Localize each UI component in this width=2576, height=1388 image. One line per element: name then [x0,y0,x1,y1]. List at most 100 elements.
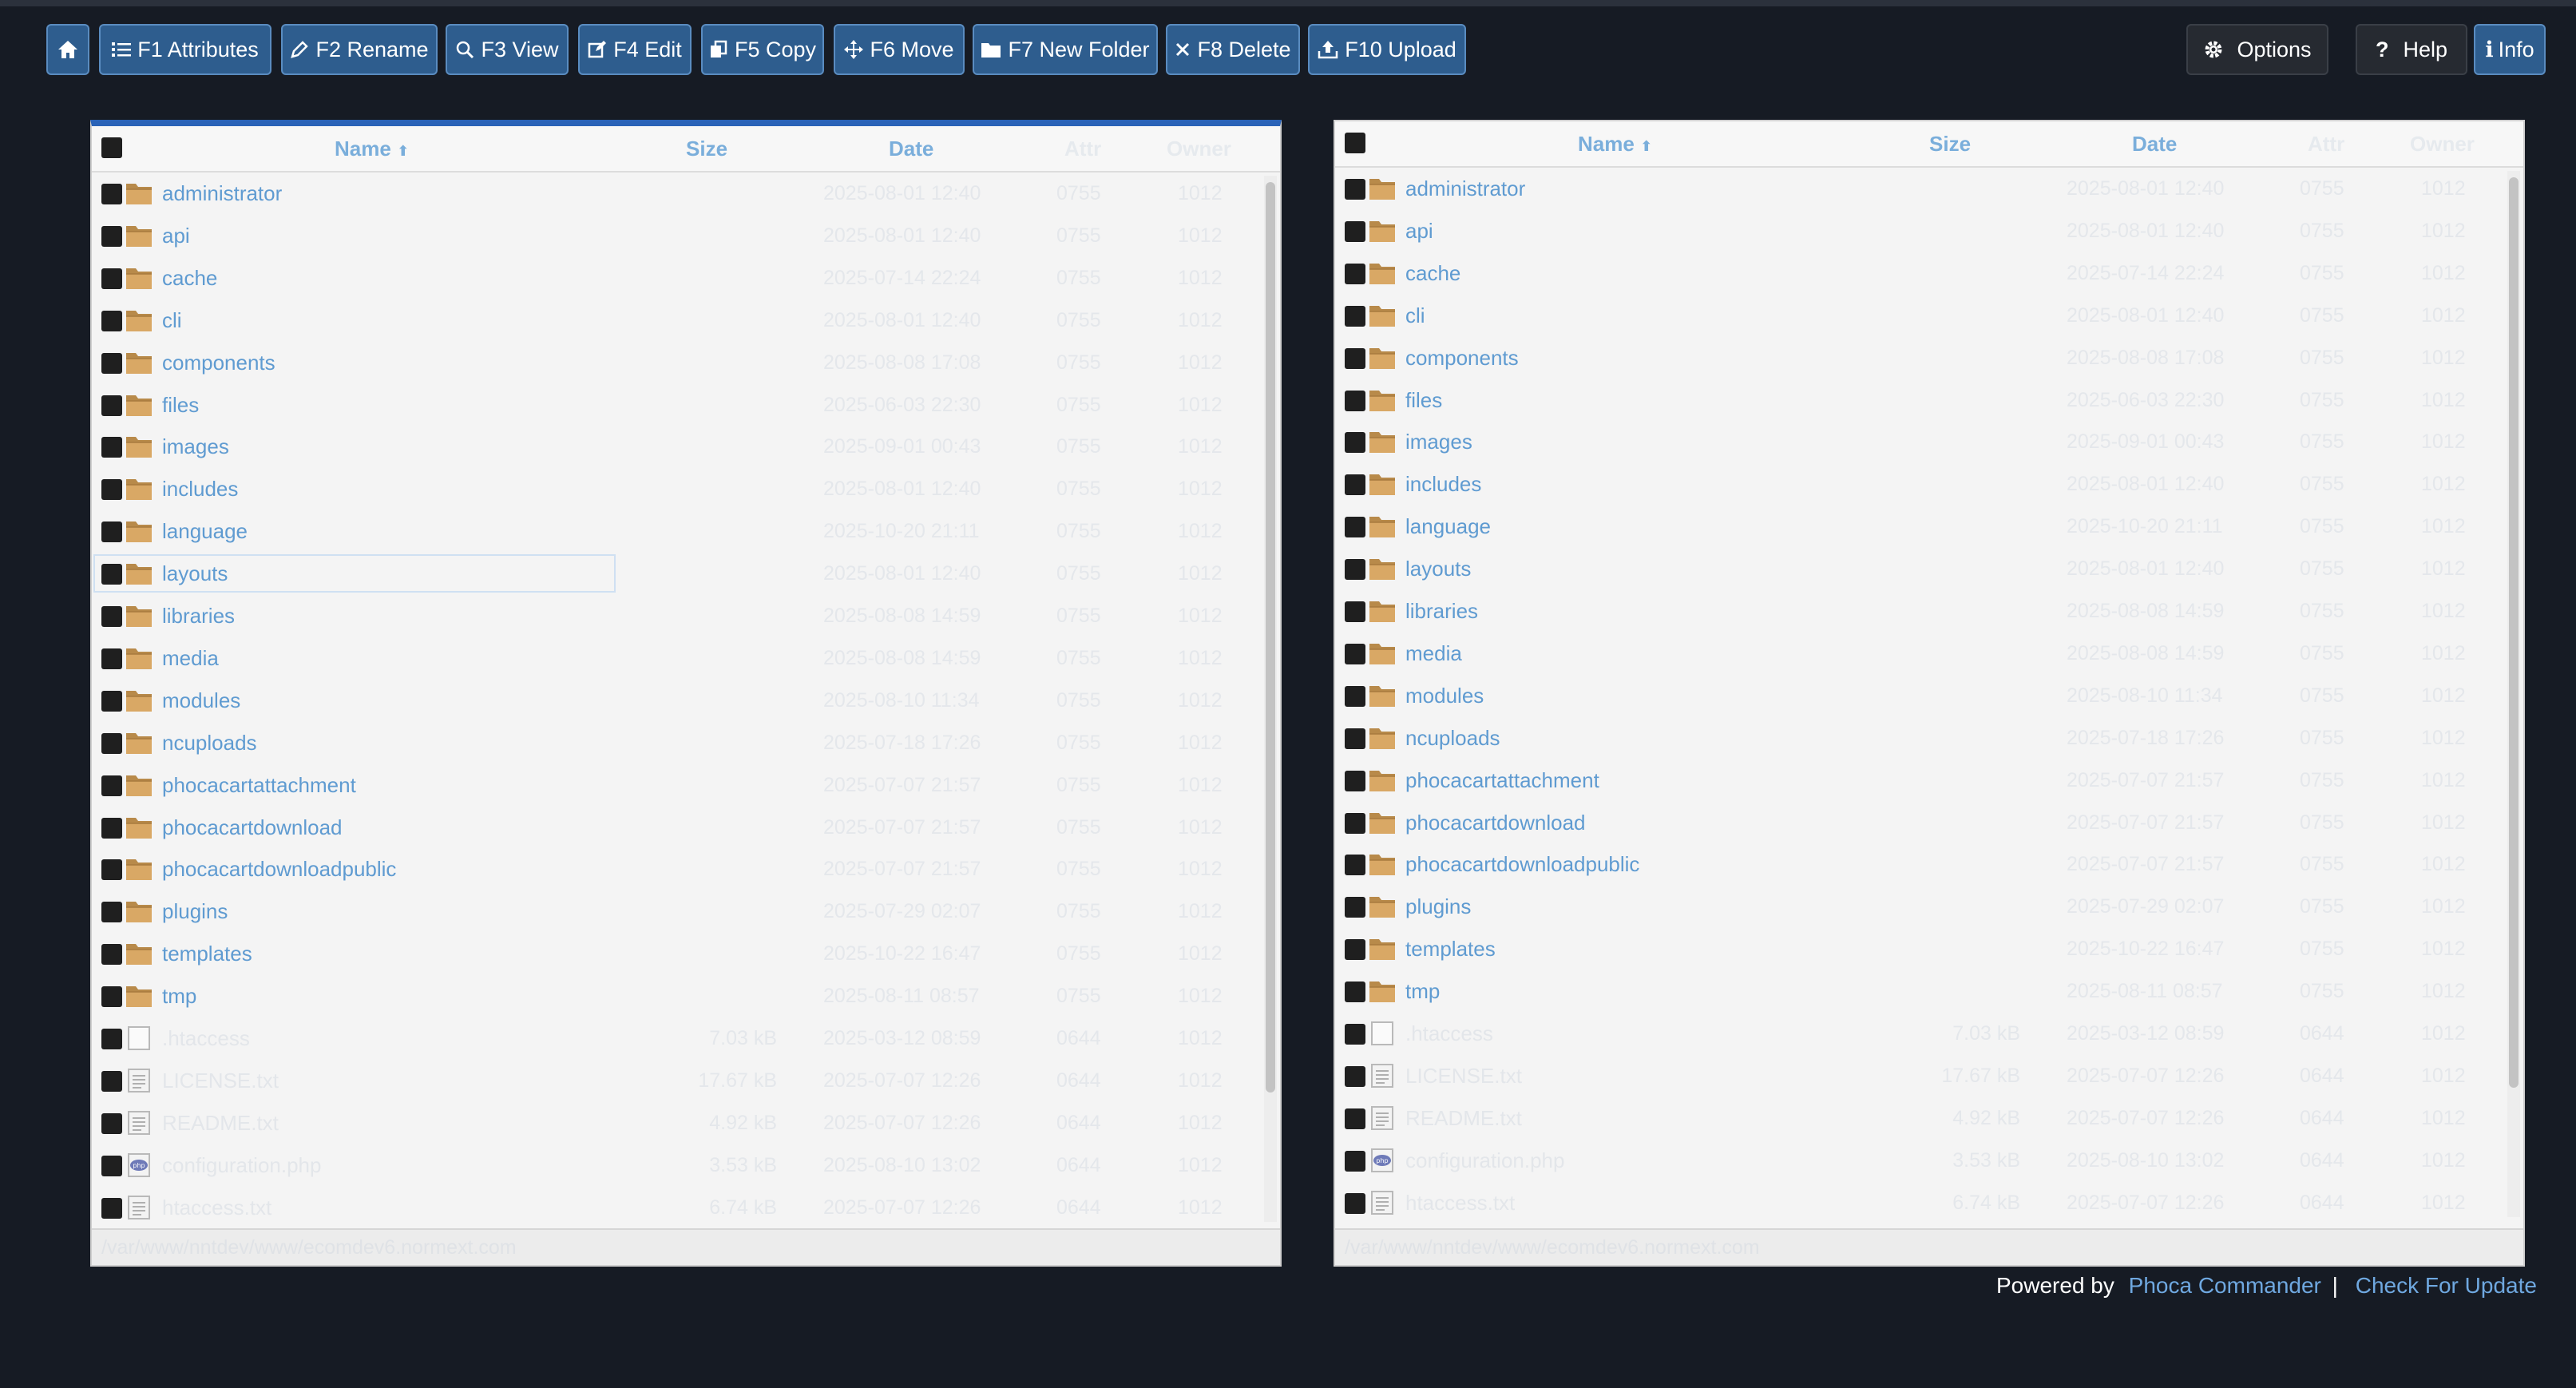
row-checkbox[interactable] [1345,897,1365,918]
edit-button[interactable]: F4 Edit [578,24,692,75]
row-checkbox[interactable] [101,817,122,839]
row-checkbox[interactable] [101,564,122,585]
row-checkbox[interactable] [1345,432,1365,454]
row-checkbox[interactable] [1345,1065,1365,1087]
table-row[interactable]: modules 2025-08-10 11:34 0755 1012 [1335,675,2503,717]
table-row[interactable]: phocacartdownloadpublic 2025-07-07 21:57 0… [1335,843,2503,886]
table-row[interactable]: images 2025-09-01 00:43 0755 1012 [92,426,1259,468]
column-date[interactable]: Date [889,126,933,171]
table-row[interactable]: phocacartdownloadpublic 2025-07-07 21:57 0… [92,848,1259,890]
table-row[interactable]: libraries 2025-08-08 14:59 0755 1012 [1335,590,2503,633]
upload-button[interactable]: F10 Upload [1308,24,1466,75]
file-name-link[interactable]: files [1405,379,1442,422]
row-checkbox[interactable] [1345,179,1365,200]
row-checkbox[interactable] [1345,728,1365,749]
row-checkbox[interactable] [1345,855,1365,876]
select-all-checkbox[interactable] [101,137,122,158]
row-checkbox[interactable] [1345,305,1365,327]
row-checkbox[interactable] [101,606,122,627]
table-row[interactable]: language 2025-10-20 21:11 0755 1012 [1335,506,2503,548]
file-name-link[interactable]: htaccess.txt [162,1187,271,1227]
table-row[interactable]: tmp 2025-08-11 08:57 0755 1012 [1335,970,2503,1013]
row-checkbox[interactable] [101,944,122,966]
file-name-link[interactable]: includes [1405,463,1481,506]
row-checkbox[interactable] [101,859,122,881]
file-name-link[interactable]: language [162,510,248,553]
column-owner[interactable]: Owner [2410,121,2475,166]
file-name-link[interactable]: templates [1405,928,1496,970]
file-name-link[interactable]: phocacartattachment [162,764,356,807]
row-checkbox[interactable] [101,310,122,331]
table-row[interactable]: README.txt 4.92 kB 2025-07-07 12:26 0644 101… [1335,1097,2503,1140]
file-name-link[interactable]: cache [1405,252,1460,295]
table-row[interactable]: .htaccess 7.03 kB 2025-03-12 08:59 0644 1012 [1335,1013,2503,1055]
table-row[interactable]: htaccess.txt 6.74 kB 2025-07-07 12:26 0644 1… [92,1187,1259,1227]
table-row[interactable]: .htaccess 7.03 kB 2025-03-12 08:59 0644 1012 [92,1017,1259,1060]
file-name-link[interactable]: images [1405,421,1472,463]
row-checkbox[interactable] [1345,685,1365,707]
table-row[interactable]: cli 2025-08-01 12:40 0755 1012 [92,299,1259,342]
row-checkbox[interactable] [1345,559,1365,581]
file-name-link[interactable]: plugins [162,890,228,933]
file-name-link[interactable]: ncuploads [162,722,257,764]
table-row[interactable]: files 2025-06-03 22:30 0755 1012 [92,384,1259,426]
table-row[interactable]: README.txt 4.92 kB 2025-07-07 12:26 0644 101… [92,1102,1259,1144]
table-row[interactable]: phocacartattachment 2025-07-07 21:57 0755 1… [92,764,1259,807]
table-row[interactable]: administrator 2025-08-01 12:40 0755 1012 [1335,168,2503,210]
file-name-link[interactable]: modules [1405,675,1484,717]
row-checkbox[interactable] [101,521,122,543]
file-name-link[interactable]: templates [162,933,252,975]
table-row[interactable]: LICENSE.txt 17.67 kB 2025-07-07 12:26 0644 1… [92,1060,1259,1102]
file-name-link[interactable]: LICENSE.txt [162,1060,279,1102]
row-checkbox[interactable] [101,479,122,501]
table-row[interactable]: media 2025-08-08 14:59 0755 1012 [92,637,1259,680]
delete-button[interactable]: F8 Delete [1166,24,1300,75]
new-folder-button[interactable]: F7 New Folder [973,24,1158,75]
row-checkbox[interactable] [101,1155,122,1176]
row-checkbox[interactable] [1345,390,1365,411]
file-name-link[interactable]: administrator [162,173,282,215]
row-checkbox[interactable] [1345,474,1365,496]
table-row[interactable]: phocacartdownload 2025-07-07 21:57 0755 101… [1335,802,2503,844]
row-checkbox[interactable] [101,1029,122,1049]
row-checkbox[interactable] [101,1070,122,1092]
file-name-link[interactable]: tmp [162,975,196,1017]
row-checkbox[interactable] [101,1112,122,1134]
phoca-commander-link[interactable]: Phoca Commander [2129,1273,2321,1298]
row-checkbox[interactable] [101,184,122,204]
row-checkbox[interactable] [101,1197,122,1219]
table-row[interactable]: plugins 2025-07-29 02:07 0755 1012 [92,890,1259,933]
file-name-link[interactable]: htaccess.txt [1405,1182,1515,1222]
table-row[interactable]: components 2025-08-08 17:08 0755 1012 [1335,337,2503,379]
table-row[interactable]: layouts 2025-08-01 12:40 0755 1012 [1335,548,2503,590]
row-checkbox[interactable] [101,986,122,1008]
row-checkbox[interactable] [1345,770,1365,791]
table-row[interactable]: htaccess.txt 6.74 kB 2025-07-07 12:26 0644 1… [1335,1182,2503,1222]
file-name-link[interactable]: phocacartattachment [1405,759,1599,802]
file-name-link[interactable]: phocacartdownload [1405,802,1586,844]
row-checkbox[interactable] [1345,601,1365,622]
file-name-link[interactable]: tmp [1405,970,1440,1013]
row-checkbox[interactable] [1345,347,1365,369]
table-row[interactable]: api 2025-08-01 12:40 0755 1012 [92,215,1259,257]
file-name-link[interactable]: administrator [1405,168,1525,210]
table-row[interactable]: images 2025-09-01 00:43 0755 1012 [1335,421,2503,463]
table-row[interactable]: administrator 2025-08-01 12:40 0755 1012 [92,173,1259,215]
column-name[interactable]: Name ⬆ [335,126,409,171]
attributes-button[interactable]: F1 Attributes [99,24,271,75]
table-row[interactable]: php configuration.php 3.53 kB 2025-08-10 13… [92,1144,1259,1187]
row-checkbox[interactable] [1345,982,1365,1003]
move-button[interactable]: F6 Move [834,24,965,75]
view-button[interactable]: F3 View [446,24,569,75]
file-name-link[interactable]: LICENSE.txt [1405,1055,1522,1097]
table-row[interactable]: cache 2025-07-14 22:24 0755 1012 [92,257,1259,299]
file-name-link[interactable]: includes [162,468,238,510]
copy-button[interactable]: F5 Copy [701,24,824,75]
table-row[interactable]: LICENSE.txt 17.67 kB 2025-07-07 12:26 0644 1… [1335,1055,2503,1097]
table-row[interactable]: api 2025-08-01 12:40 0755 1012 [1335,210,2503,252]
file-name-link[interactable]: media [1405,633,1462,675]
row-checkbox[interactable] [101,775,122,796]
select-all-checkbox[interactable] [1345,133,1365,153]
column-attr[interactable]: Attr [1064,126,1101,171]
table-row[interactable]: cli 2025-08-01 12:40 0755 1012 [1335,295,2503,337]
